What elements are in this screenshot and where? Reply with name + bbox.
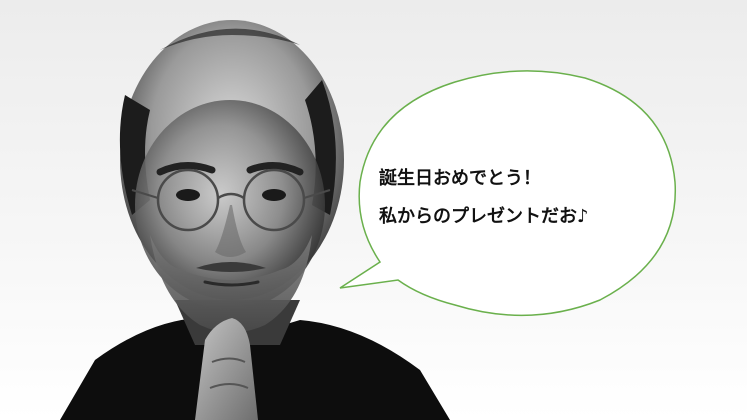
bubble-line-1: 誕生日おめでとう！ bbox=[379, 168, 541, 189]
photo-stage: 誕生日おめでとう！ 私からのプレゼントだお♪ bbox=[0, 0, 747, 420]
speech-bubble-text: 誕生日おめでとう！ 私からのプレゼントだお♪ bbox=[379, 160, 679, 236]
bubble-line-2: 私からのプレゼントだお♪ bbox=[379, 206, 589, 227]
